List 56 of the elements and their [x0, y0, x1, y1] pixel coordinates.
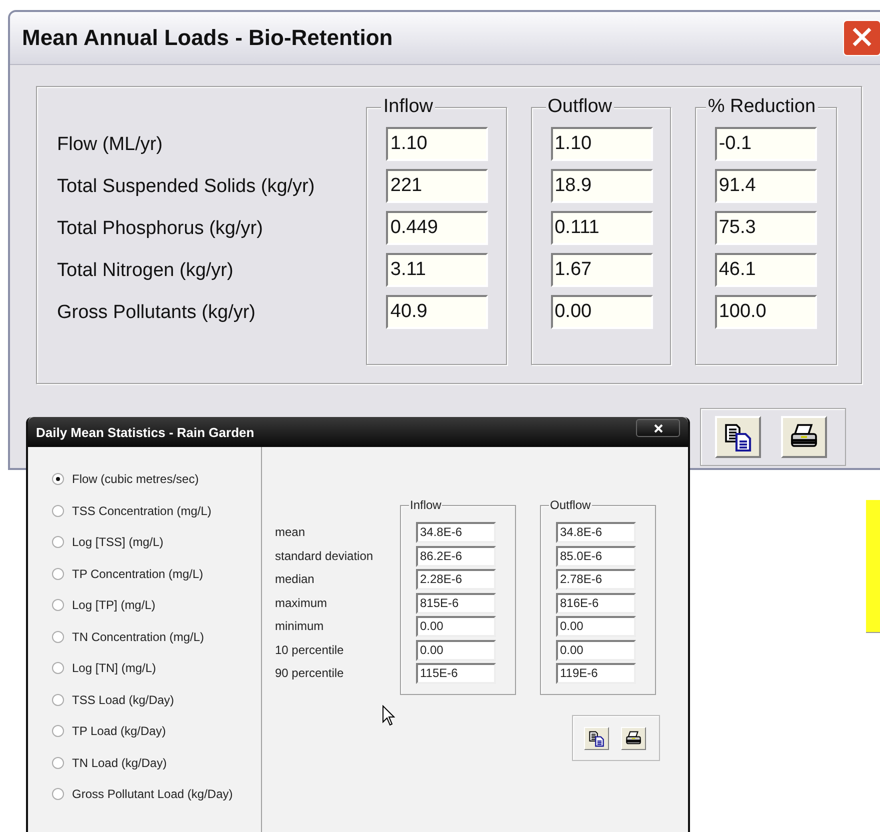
option-label[interactable]: TN Load (kg/Day): [72, 756, 167, 770]
value-field[interactable]: 0.00: [556, 640, 636, 660]
option-label[interactable]: TSS Concentration (mg/L): [72, 504, 212, 518]
value-field[interactable]: 0.449: [386, 211, 488, 245]
value-field[interactable]: 1.10: [550, 127, 653, 161]
row-label: Total Suspended Solids (kg/yr): [57, 175, 316, 199]
value-field[interactable]: 86.2E-6: [416, 546, 496, 566]
value-field[interactable]: 34.8E-6: [556, 522, 636, 543]
value-field[interactable]: 91.4: [714, 169, 817, 203]
value-field[interactable]: 119E-6: [556, 663, 636, 684]
value-field[interactable]: 0.00: [556, 616, 636, 637]
option-label[interactable]: Log [TSS] (mg/L): [72, 535, 164, 549]
row-label: Gross Pollutants (kg/yr): [57, 301, 256, 325]
value-field[interactable]: 815E-6: [416, 592, 496, 614]
row-label: minimum: [275, 618, 325, 635]
value-field[interactable]: 2.28E-6: [416, 569, 496, 590]
value-field[interactable]: 18.9: [550, 169, 653, 203]
window-title: Mean Annual Loads - Bio-Retention: [22, 25, 393, 51]
value-field[interactable]: 221: [386, 169, 488, 203]
option-label[interactable]: TP Concentration (mg/L): [72, 566, 204, 580]
option-label[interactable]: TSS Load (kg/Day): [72, 692, 174, 706]
value-field[interactable]: 0.111: [550, 211, 653, 245]
row-label: 10 percentile: [275, 642, 345, 658]
row-label: median: [275, 571, 316, 588]
column-heading: Inflow: [409, 498, 442, 512]
value-field[interactable]: 0.00: [416, 616, 496, 637]
row-label: Flow (ML/yr): [57, 133, 164, 157]
option-label[interactable]: Log [TP] (mg/L): [72, 598, 156, 612]
value-field[interactable]: 0.00: [416, 640, 496, 660]
option-label[interactable]: Log [TN] (mg/L): [72, 661, 156, 675]
option-label[interactable]: Flow (cubic metres/sec): [72, 472, 199, 486]
option-label[interactable]: Gross Pollutant Load (kg/Day): [72, 787, 233, 801]
value-field[interactable]: 85.0E-6: [556, 546, 636, 566]
value-field[interactable]: 1.10: [386, 127, 488, 161]
value-field[interactable]: 75.3: [714, 211, 817, 245]
option-label[interactable]: TN Concentration (mg/L): [72, 630, 204, 644]
row-label: Total Phosphorus (kg/yr): [57, 217, 264, 241]
row-label: standard deviation: [275, 548, 374, 564]
column-heading: Outflow: [549, 498, 592, 512]
row-label: mean: [275, 524, 306, 541]
value-field[interactable]: 34.8E-6: [416, 522, 496, 543]
value-field[interactable]: -0.1: [714, 127, 817, 161]
option-label[interactable]: TP Load (kg/Day): [72, 724, 166, 738]
value-field[interactable]: 100.0: [714, 295, 817, 329]
value-field[interactable]: 3.11: [386, 253, 488, 287]
window-title: Daily Mean Statistics - Rain Garden: [36, 424, 254, 440]
value-field[interactable]: 1.67: [550, 253, 653, 287]
value-field[interactable]: 816E-6: [556, 592, 636, 614]
value-field[interactable]: 115E-6: [416, 663, 496, 684]
value-field[interactable]: 40.9: [386, 295, 488, 329]
row-label: Total Nitrogen (kg/yr): [57, 259, 234, 283]
row-label: 90 percentile: [275, 665, 345, 682]
value-field[interactable]: 0.00: [550, 295, 653, 329]
value-field[interactable]: 46.1: [714, 253, 817, 287]
row-label: maximum: [275, 594, 328, 612]
value-field[interactable]: 2.78E-6: [556, 569, 636, 590]
